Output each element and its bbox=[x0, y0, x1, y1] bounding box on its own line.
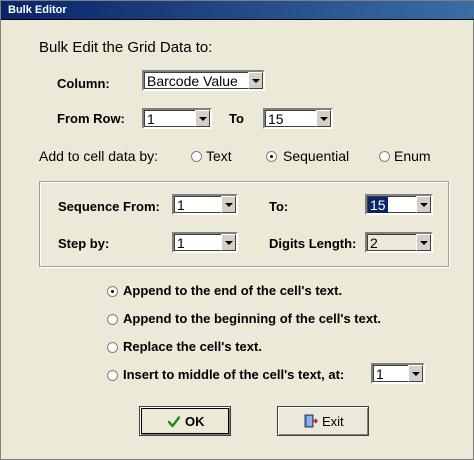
append-beginning-label[interactable]: Append to the beginning of the cell's te… bbox=[123, 311, 381, 326]
sequence-from-select[interactable]: 1 bbox=[172, 194, 238, 215]
add-by-text-radio[interactable] bbox=[191, 151, 202, 162]
from-row-select[interactable]: 1 bbox=[142, 108, 212, 129]
door-exit-icon bbox=[304, 414, 318, 428]
sequence-to-select[interactable]: 15 bbox=[365, 194, 433, 215]
append-end-radio[interactable] bbox=[107, 286, 118, 297]
title-bar[interactable]: Bulk Editor bbox=[1, 1, 474, 20]
digits-length-value: 2 bbox=[370, 235, 378, 251]
insert-at-select[interactable]: 1 bbox=[371, 363, 425, 384]
sequence-to-value: 15 bbox=[368, 197, 388, 213]
ok-button[interactable]: OK bbox=[139, 406, 231, 436]
from-row-value: 1 bbox=[147, 111, 155, 127]
digits-length-select[interactable]: 2 bbox=[365, 232, 433, 253]
chevron-down-icon[interactable] bbox=[316, 110, 331, 127]
step-by-value: 1 bbox=[177, 235, 185, 251]
chevron-down-icon[interactable] bbox=[221, 234, 236, 251]
ok-button-label: OK bbox=[185, 414, 205, 429]
to-row-label: To bbox=[229, 111, 244, 126]
add-by-sequential-label[interactable]: Sequential bbox=[283, 148, 349, 164]
window-title: Bulk Editor bbox=[8, 4, 67, 16]
add-by-label: Add to cell data by: bbox=[39, 148, 159, 164]
replace-text-radio[interactable] bbox=[107, 342, 118, 353]
sequence-from-label: Sequence From: bbox=[58, 199, 160, 214]
replace-text-label[interactable]: Replace the cell's text. bbox=[123, 339, 262, 354]
add-by-text-label[interactable]: Text bbox=[206, 148, 232, 164]
chevron-down-icon[interactable] bbox=[416, 196, 431, 213]
append-beginning-radio[interactable] bbox=[107, 314, 118, 325]
from-row-label: From Row: bbox=[57, 111, 125, 126]
chevron-down-icon[interactable] bbox=[416, 234, 431, 251]
to-row-select[interactable]: 15 bbox=[263, 108, 333, 129]
exit-button[interactable]: Exit bbox=[277, 406, 369, 436]
add-by-enum-radio[interactable] bbox=[379, 151, 390, 162]
insert-middle-radio[interactable] bbox=[107, 370, 118, 381]
chevron-down-icon[interactable] bbox=[195, 110, 210, 127]
step-by-label: Step by: bbox=[58, 236, 110, 251]
to-row-value: 15 bbox=[268, 111, 284, 127]
chevron-down-icon[interactable] bbox=[221, 196, 236, 213]
checkmark-icon bbox=[168, 416, 180, 428]
column-select[interactable]: Barcode Value bbox=[142, 70, 265, 91]
column-label: Column: bbox=[57, 76, 110, 91]
add-by-enum-label[interactable]: Enum bbox=[394, 148, 431, 164]
append-end-label[interactable]: Append to the end of the cell's text. bbox=[123, 283, 342, 298]
insert-middle-label[interactable]: Insert to middle of the cell's text, at: bbox=[123, 367, 344, 382]
form-heading: Bulk Edit the Grid Data to: bbox=[39, 39, 213, 56]
column-select-value: Barcode Value bbox=[147, 73, 238, 89]
step-by-select[interactable]: 1 bbox=[172, 232, 238, 253]
chevron-down-icon[interactable] bbox=[248, 72, 263, 89]
digits-length-label: Digits Length: bbox=[269, 236, 357, 251]
sequence-to-label: To: bbox=[269, 199, 289, 214]
insert-at-value: 1 bbox=[376, 366, 384, 382]
chevron-down-icon[interactable] bbox=[408, 365, 423, 382]
add-by-sequential-radio[interactable] bbox=[266, 151, 277, 162]
bulk-editor-window: Bulk Editor Bulk Edit the Grid Data to: … bbox=[0, 0, 474, 460]
exit-button-label: Exit bbox=[322, 414, 344, 429]
sequence-from-value: 1 bbox=[177, 197, 185, 213]
